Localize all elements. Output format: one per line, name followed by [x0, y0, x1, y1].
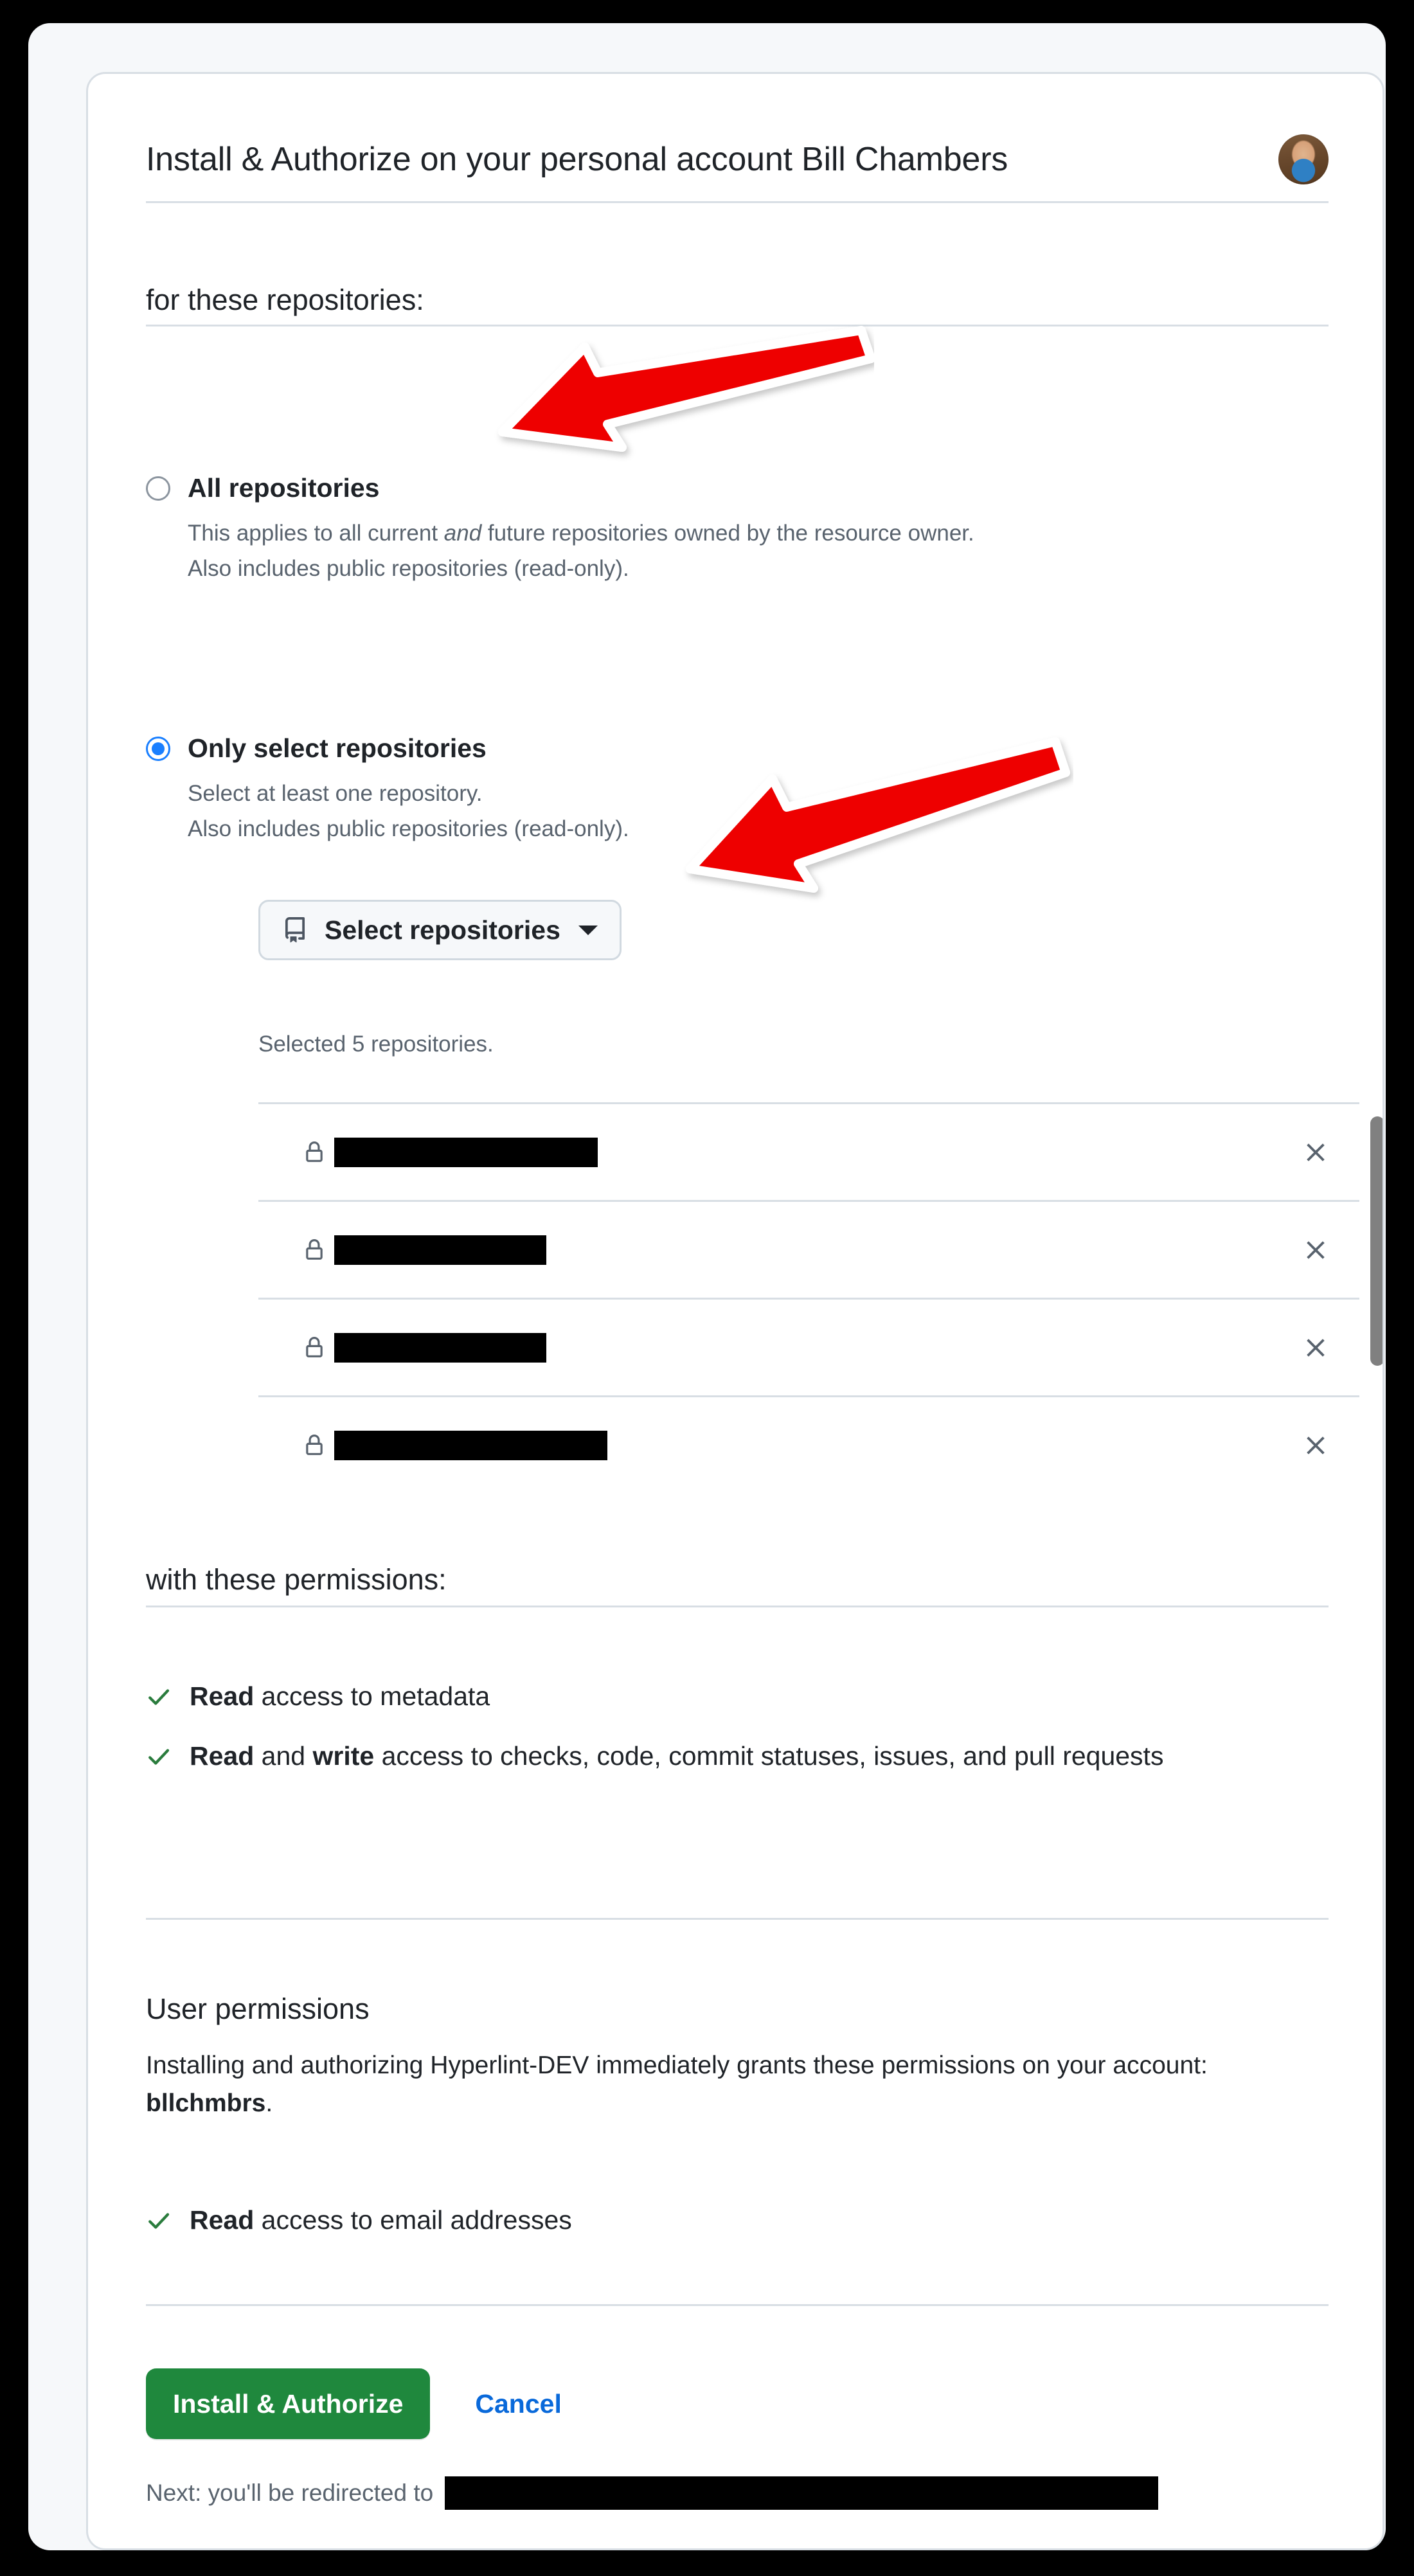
lock-icon	[303, 1336, 325, 1359]
install-authorize-card: Install & Authorize on your personal acc…	[86, 72, 1384, 2550]
permission-scope: access to email addresses	[254, 2205, 572, 2235]
screen: Install & Authorize on your personal acc…	[0, 0, 1414, 2576]
close-icon[interactable]	[1302, 1138, 1330, 1167]
table-row[interactable]	[258, 1395, 1359, 1493]
permission-conjunction: and	[254, 1741, 313, 1771]
permission-text: Read and write access to checks, code, c…	[190, 1737, 1163, 1775]
permission-scope: access to checks, code, commit statuses,…	[374, 1741, 1164, 1771]
permission-access-level: Read	[190, 1741, 255, 1771]
list-item: Read and write access to checks, code, c…	[146, 1737, 1322, 1775]
chevron-down-icon	[578, 925, 598, 935]
close-icon[interactable]	[1302, 1236, 1330, 1264]
divider-user-permissions	[146, 1918, 1329, 1920]
user-permissions-account: bllchmbrs	[146, 2089, 266, 2117]
close-icon[interactable]	[1302, 1431, 1330, 1460]
page-title: Install & Authorize on your personal acc…	[146, 140, 1008, 178]
close-icon[interactable]	[1302, 1334, 1330, 1362]
repository-name-redacted	[334, 1332, 546, 1363]
lock-icon	[303, 1239, 325, 1261]
card-header: Install & Authorize on your personal acc…	[146, 134, 1329, 184]
permission-access-level: Read	[190, 1681, 255, 1711]
option-only-select-repositories[interactable]: Only select repositories Select at least…	[146, 733, 1322, 846]
repository-name-redacted	[334, 1235, 546, 1265]
option-all-repositories-label: All repositories	[188, 473, 380, 503]
lock-icon	[303, 1434, 325, 1456]
check-icon	[146, 1744, 172, 1769]
all-repos-desc-emphasis: and	[443, 521, 482, 546]
divider-header	[146, 201, 1329, 203]
permission-scope: access to metadata	[254, 1681, 490, 1711]
user-permissions-title: User permissions	[146, 1992, 370, 2025]
option-only-select-repositories-label: Only select repositories	[188, 733, 487, 763]
user-permissions-body: Installing and authorizing Hyperlint-DEV…	[146, 2047, 1303, 2122]
user-permissions-list: Read access to email addresses	[146, 2201, 1322, 2261]
next-redirect-note: Next: you'll be redirected to	[146, 2476, 1159, 2510]
permission-text: Read access to metadata	[190, 1677, 490, 1715]
selected-repositories-list	[258, 1102, 1383, 1481]
repository-name-redacted	[334, 1430, 607, 1460]
list-item: Read access to metadata	[146, 1677, 1322, 1715]
repositories-heading: for these repositories:	[146, 283, 424, 316]
browser-frame: Install & Authorize on your personal acc…	[28, 23, 1386, 2550]
next-redirect-url-redacted	[445, 2476, 1159, 2510]
option-all-repositories-description: This applies to all current and future r…	[188, 517, 1300, 586]
avatar[interactable]	[1278, 134, 1329, 184]
radio-all-repositories[interactable]	[146, 476, 170, 501]
user-permissions-body-prefix: Installing and authorizing Hyperlint-DEV…	[146, 2052, 1208, 2079]
check-icon	[146, 1684, 172, 1710]
repository-permissions-list: Read access to metadata Read and write a…	[146, 1677, 1322, 1798]
option-all-repositories[interactable]: All repositories This applies to all cur…	[146, 472, 1322, 586]
all-repos-desc-part2: future repositories owned by the resourc…	[481, 521, 974, 546]
permission-access-level: Read	[190, 2205, 255, 2235]
select-repos-desc-line2: Also includes public repositories (read-…	[188, 816, 629, 841]
repository-name-redacted	[334, 1137, 598, 1167]
repo-list-scrollbar[interactable]	[1370, 1107, 1383, 1476]
selected-count-text: Selected 5 repositories.	[258, 1032, 494, 1057]
table-row[interactable]	[258, 1102, 1359, 1200]
table-row[interactable]	[258, 1200, 1359, 1298]
select-repositories-button-label: Select repositories	[325, 915, 560, 945]
select-repositories-button[interactable]: Select repositories	[258, 900, 622, 960]
option-only-select-repositories-description: Select at least one repository. Also inc…	[188, 777, 1300, 846]
all-repos-desc-part1: This applies to all current	[188, 521, 444, 546]
lock-icon	[303, 1141, 325, 1163]
divider-repositories	[146, 325, 1329, 326]
divider-permissions	[146, 1606, 1329, 1607]
install-authorize-button[interactable]: Install & Authorize	[146, 2368, 431, 2439]
footer-actions: Install & Authorize Cancel	[146, 2368, 562, 2439]
permissions-heading: with these permissions:	[146, 1563, 447, 1596]
cancel-button[interactable]: Cancel	[475, 2389, 561, 2419]
all-repos-desc-line2: Also includes public repositories (read-…	[188, 555, 629, 581]
list-item: Read access to email addresses	[146, 2201, 1322, 2239]
check-icon	[146, 2208, 172, 2233]
repo-list-scrollbar-thumb[interactable]	[1370, 1116, 1383, 1366]
select-repos-desc-line1: Select at least one repository.	[188, 781, 483, 807]
next-redirect-label: Next: you'll be redirected to	[146, 2480, 434, 2506]
repo-icon	[282, 917, 308, 943]
permission-access-level-2: write	[312, 1741, 375, 1771]
table-row[interactable]	[258, 1298, 1359, 1395]
user-permissions-body-suffix: .	[265, 2089, 273, 2117]
permission-text: Read access to email addresses	[190, 2201, 572, 2239]
radio-only-select-repositories[interactable]	[146, 737, 170, 761]
divider-footer	[146, 2304, 1329, 2306]
